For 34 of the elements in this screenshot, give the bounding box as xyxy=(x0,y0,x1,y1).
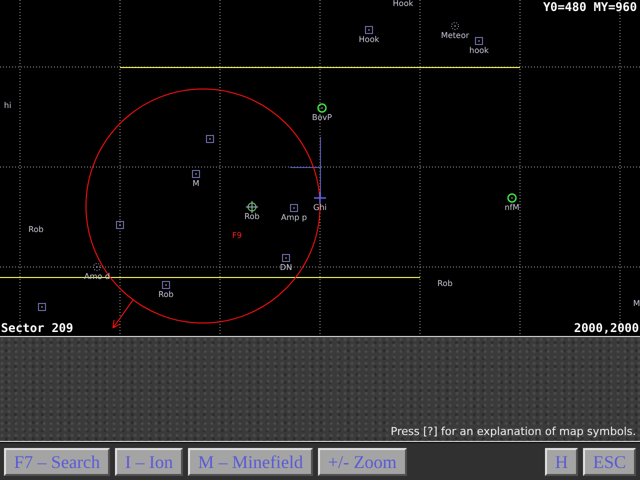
planet-icon[interactable] xyxy=(317,103,327,113)
planet-label: nfM xyxy=(504,203,520,212)
planet-icon[interactable] xyxy=(507,193,517,203)
help-message: Press [?] for an explanation of map symbols. xyxy=(390,425,636,438)
command-button[interactable]: I – Ion xyxy=(114,448,183,476)
storm-icon[interactable] xyxy=(451,22,459,30)
command-button[interactable]: M – Minefield xyxy=(188,448,313,476)
planet-label: M xyxy=(633,299,640,308)
command-button[interactable]: F7 – Search xyxy=(4,448,110,476)
planet-label: Rob xyxy=(437,279,453,288)
planet-label: hook xyxy=(469,46,489,55)
planet-label: Hook xyxy=(358,35,380,44)
planet-label: Meteor xyxy=(440,31,470,40)
heading-arrow xyxy=(112,300,134,328)
planet-label: M xyxy=(192,179,200,188)
planet-label: Rob xyxy=(244,212,260,221)
planet-label: Rob xyxy=(158,290,174,299)
storm-icon[interactable] xyxy=(93,263,101,271)
sector-label: Sector 209 xyxy=(1,321,74,335)
position-readout: 2000,2000 xyxy=(574,321,639,335)
planet-icon[interactable] xyxy=(116,221,124,229)
crosshair-icon[interactable] xyxy=(246,200,258,214)
planet-label: BovP xyxy=(312,113,332,122)
planet-label: Amp p xyxy=(281,213,307,222)
crosshair-icon[interactable] xyxy=(313,191,327,205)
planet-label: DN xyxy=(280,263,292,272)
command-button[interactable]: +/- Zoom xyxy=(318,448,407,476)
command-button[interactable]: ESC xyxy=(582,448,636,476)
planet-label: hi xyxy=(4,101,12,110)
command-button[interactable]: H xyxy=(544,448,578,476)
planet-label: Hook xyxy=(392,0,414,8)
coordinates-readout: Y0=480 MY=960 xyxy=(543,0,637,14)
planet-label: Rob xyxy=(28,225,44,234)
waypoint-label: F9 xyxy=(232,231,242,240)
